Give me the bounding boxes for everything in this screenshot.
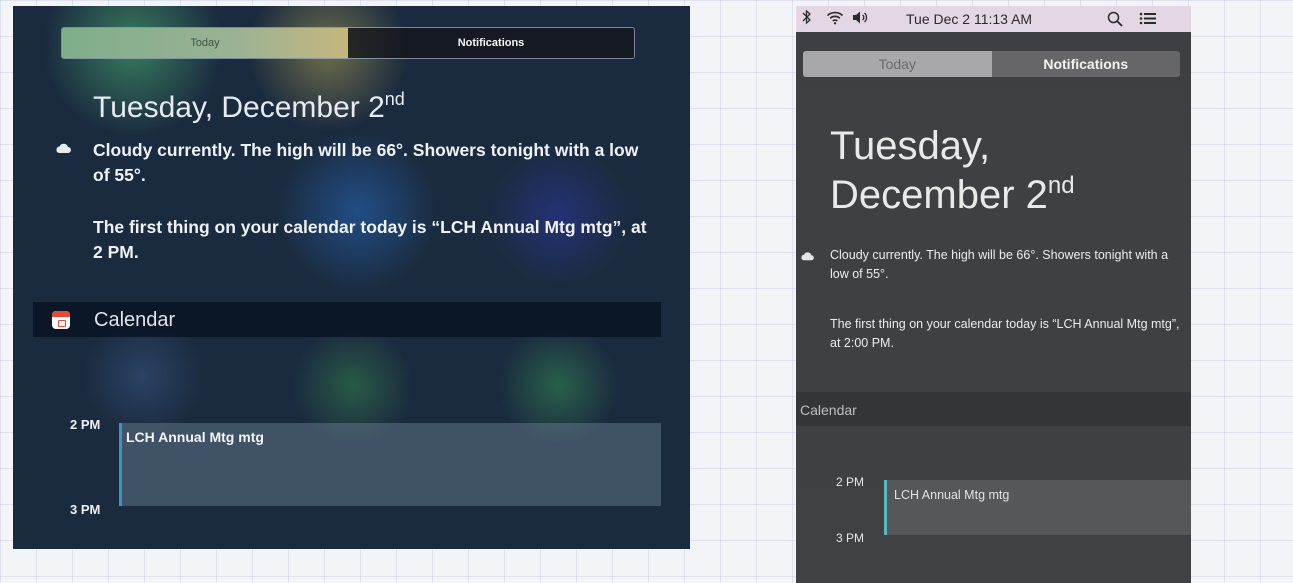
- calendar-icon: [52, 311, 70, 329]
- weather-summary: Cloudy currently. The high will be 66°. …: [93, 140, 639, 185]
- calendar-event-title: LCH Annual Mtg mtg: [126, 429, 264, 445]
- calendar-event-title: LCH Annual Mtg mtg: [894, 488, 1010, 502]
- date-suffix: nd: [384, 89, 405, 109]
- segmented-control: Today Notifications: [803, 51, 1180, 77]
- weather-summary: Cloudy currently. The high will be 66°. …: [830, 248, 1169, 281]
- cloud-icon: [56, 143, 71, 153]
- calendar-event[interactable]: LCH Annual Mtg mtg: [119, 423, 661, 506]
- volume-icon[interactable]: [852, 10, 870, 29]
- menu-bar: Tue Dec 2 11:13 AM: [796, 6, 1191, 32]
- mac-notification-center: Tue Dec 2 11:13 AM Today Notifications T…: [796, 6, 1191, 583]
- wifi-icon[interactable]: [826, 10, 844, 29]
- calendar-summary: The first thing on your calendar today i…: [830, 317, 1180, 350]
- tab-notifications[interactable]: Notifications: [348, 28, 634, 58]
- date-heading: Tuesday, December 2nd: [93, 89, 405, 125]
- time-label-end: 3 PM: [70, 502, 101, 517]
- calendar-summary: The first thing on your calendar today i…: [93, 217, 647, 262]
- list-icon[interactable]: [1139, 11, 1157, 30]
- tab-today[interactable]: Today: [62, 28, 348, 58]
- date-heading-line2: December 2nd: [830, 172, 1075, 218]
- calendar-event[interactable]: LCH Annual Mtg mtg: [884, 480, 1191, 535]
- date-suffix: nd: [1047, 172, 1075, 199]
- time-label-start: 2 PM: [836, 475, 865, 489]
- segmented-control: Today Notifications: [61, 27, 635, 59]
- calendar-section-header[interactable]: Calendar: [796, 392, 1191, 426]
- ios-notification-center: Today Notifications Tuesday, December 2n…: [13, 6, 690, 549]
- date-heading-line1: Tuesday,: [830, 124, 991, 168]
- date-text: Tuesday, December 2: [93, 91, 385, 124]
- search-icon[interactable]: [1107, 11, 1123, 31]
- tab-notifications[interactable]: Notifications: [991, 51, 1180, 77]
- time-label-end: 3 PM: [836, 531, 865, 545]
- cloud-icon: [801, 252, 814, 261]
- menubar-clock[interactable]: Tue Dec 2 11:13 AM: [906, 11, 1032, 27]
- calendar-section-label: Calendar: [800, 402, 857, 418]
- date-text: December 2: [830, 173, 1048, 217]
- tab-today[interactable]: Today: [803, 51, 992, 77]
- time-label-start: 2 PM: [70, 417, 101, 432]
- calendar-section-label: Calendar: [94, 309, 176, 331]
- bluetooth-icon[interactable]: [801, 9, 812, 29]
- calendar-section-header[interactable]: Calendar: [33, 302, 661, 337]
